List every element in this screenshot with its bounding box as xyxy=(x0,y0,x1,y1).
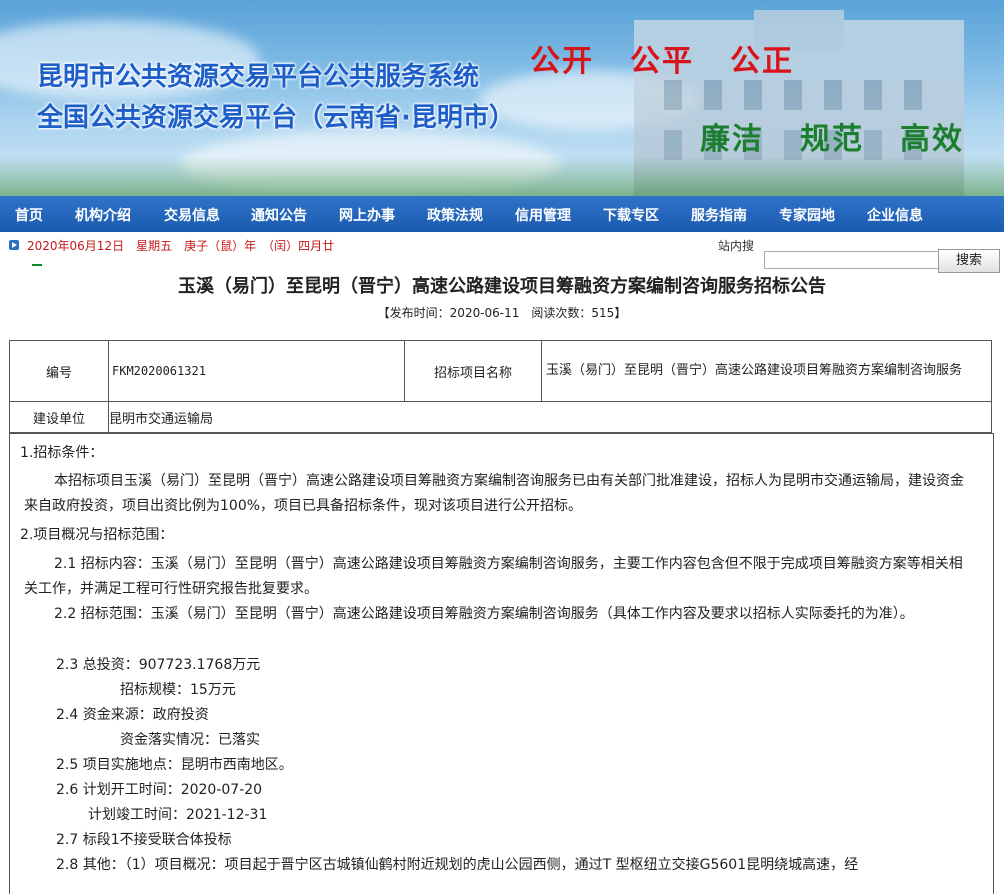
unit-label: 建设单位 xyxy=(9,401,109,433)
nav-trade-info[interactable]: 交易信息 xyxy=(164,205,220,225)
nav-home[interactable]: 首页 xyxy=(15,205,43,225)
slogan-word: 规范 xyxy=(800,122,864,157)
site-subtitle: 全国公共资源交易平台（云南省·昆明市） xyxy=(37,103,515,133)
table-row: 建设单位 昆明市交通运输局 xyxy=(9,401,992,433)
search-button[interactable]: 搜索 xyxy=(938,249,1000,273)
slogan-word: 公平 xyxy=(630,44,694,79)
paragraph: 本招标项目玉溪（易门）至昆明（晋宁）高速公路建设项目筹融资方案编制咨询服务已由有… xyxy=(24,473,964,514)
list-item: 招标规模：15万元 xyxy=(120,682,236,698)
article-meta: 【发布时间：2020-06-11 阅读次数：515】 xyxy=(377,306,627,320)
section-heading: 1.招标条件： xyxy=(20,445,104,461)
table-row: 编号 FKM2020061321 招标项目名称 玉溪（易门）至昆明（晋宁）高速公… xyxy=(9,340,992,402)
list-item: 2.7 标段1不接受联合体投标 xyxy=(56,832,232,848)
slogan-bottom: 廉洁 规范 高效 xyxy=(700,114,964,158)
nav-experts[interactable]: 专家园地 xyxy=(779,205,835,225)
nav-enterprise[interactable]: 企业信息 xyxy=(867,205,923,225)
main-nav: 首页 机构介绍 交易信息 通知公告 网上办事 政策法规 信用管理 下载专区 服务… xyxy=(0,196,1004,232)
slogan-word: 廉洁 xyxy=(700,122,764,157)
nav-policies[interactable]: 政策法规 xyxy=(427,205,483,225)
project-name-label: 招标项目名称 xyxy=(404,340,542,402)
divider-mark xyxy=(32,264,42,266)
section-heading: 2.项目概况与招标范围： xyxy=(20,527,174,543)
list-item: 2.8 其他：（1）项目概况：项目起于晋宁区古城镇仙鹤村附近规划的虎山公园西侧，… xyxy=(56,857,859,873)
slogan-top: 公开 公平 公正 xyxy=(530,36,830,80)
list-item: 计划竣工时间：2021-12-31 xyxy=(88,807,268,823)
code-value: FKM2020061321 xyxy=(108,340,405,402)
list-item: 2.6 计划开工时间：2020-07-20 xyxy=(56,782,263,798)
nav-about[interactable]: 机构介绍 xyxy=(75,205,131,225)
slogan-word: 公正 xyxy=(730,44,794,79)
nav-guide[interactable]: 服务指南 xyxy=(691,205,747,225)
site-search-input[interactable] xyxy=(764,251,940,269)
header-banner: 昆明市公共资源交易平台公共服务系统 全国公共资源交易平台（云南省·昆明市） 公开… xyxy=(0,0,1004,196)
nav-notices[interactable]: 通知公告 xyxy=(251,205,307,225)
project-name-value: 玉溪（易门）至昆明（晋宁）高速公路建设项目筹融资方案编制咨询服务 xyxy=(541,340,992,402)
nav-online-services[interactable]: 网上办事 xyxy=(339,205,395,225)
info-table: 编号 FKM2020061321 招标项目名称 玉溪（易门）至昆明（晋宁）高速公… xyxy=(9,340,992,433)
date-arrow-icon xyxy=(9,240,19,250)
code-label: 编号 xyxy=(9,340,109,402)
nav-downloads[interactable]: 下载专区 xyxy=(603,205,659,225)
list-item: 2.4 资金来源：政府投资 xyxy=(56,707,209,723)
article-title: 玉溪（易门）至昆明（晋宁）高速公路建设项目筹融资方案编制咨询服务招标公告 xyxy=(178,276,826,297)
site-title: 昆明市公共资源交易平台公共服务系统 xyxy=(37,62,480,92)
site-search-label: 站内搜 xyxy=(718,239,755,253)
nav-credit[interactable]: 信用管理 xyxy=(515,205,571,225)
list-item: 2.3 总投资：907723.1768万元 xyxy=(56,657,261,673)
current-date: 2020年06月12日 星期五 庚子（鼠）年 （闰）四月廿 xyxy=(27,239,335,253)
list-item: 2.5 项目实施地点：昆明市西南地区。 xyxy=(56,757,293,773)
unit-value: 昆明市交通运输局 xyxy=(108,401,992,433)
paragraph: 2.1 招标内容：玉溪（易门）至昆明（晋宁）高速公路建设项目筹融资方案编制咨询服… xyxy=(24,556,963,597)
paragraph: 2.2 招标范围：玉溪（易门）至昆明（晋宁）高速公路建设项目筹融资方案编制咨询服… xyxy=(54,606,914,622)
article-body: 1.招标条件： 本招标项目玉溪（易门）至昆明（晋宁）高速公路建设项目筹融资方案编… xyxy=(9,433,994,894)
list-item: 资金落实情况：已落实 xyxy=(120,732,260,748)
slogan-word: 高效 xyxy=(900,122,964,157)
slogan-word: 公开 xyxy=(530,44,594,79)
